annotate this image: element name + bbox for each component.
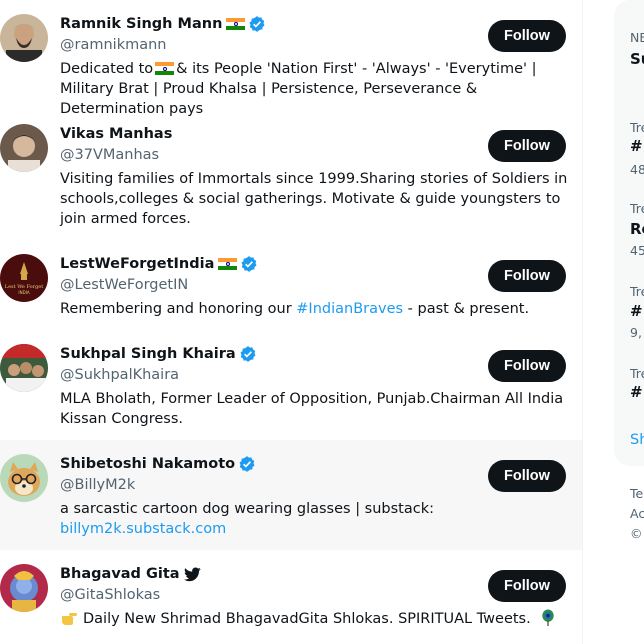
trend-title[interactable]: Su [630, 50, 644, 68]
display-name[interactable]: Shibetoshi Nakamoto [60, 456, 235, 472]
substack-link[interactable]: billym2k.substack.com [60, 521, 226, 537]
user-cell-ramnikmann[interactable]: Ramnik Singh Mann @ramnikmann Dedicated … [0, 0, 582, 117]
trends-header-label: NE [630, 30, 644, 45]
bio-text: Daily New Shrimad BhagavadGita Shlokas. … [83, 611, 531, 627]
follow-button[interactable]: Follow [488, 20, 566, 52]
follow-button[interactable]: Follow [488, 460, 566, 492]
india-flag-icon [226, 17, 246, 31]
india-flag-icon [218, 257, 238, 271]
avatar[interactable] [0, 344, 48, 392]
copyright-text: © [630, 526, 643, 541]
trend-count: 9, [630, 325, 642, 340]
avatar[interactable] [0, 564, 48, 612]
footer-link[interactable]: Ac [630, 506, 644, 521]
twitter-bird-icon [183, 566, 201, 582]
follow-button[interactable]: Follow [488, 350, 566, 382]
india-flag-icon [155, 62, 175, 75]
display-name[interactable]: Vikas Manhas [60, 126, 172, 142]
trend-category: Tre [630, 120, 644, 135]
follow-button[interactable]: Follow [488, 260, 566, 292]
avatar[interactable] [0, 124, 48, 172]
who-to-follow-list: Ramnik Singh Mann @ramnikmann Dedicated … [0, 0, 583, 644]
trend-count: 45 [630, 243, 644, 258]
display-name[interactable]: Bhagavad Gita [60, 566, 180, 582]
trend-category: Tre [630, 201, 644, 216]
footer-link[interactable]: Te [630, 486, 643, 501]
show-more-link[interactable]: Sh [630, 432, 644, 448]
follow-button[interactable]: Follow [488, 570, 566, 602]
right-sidebar: NE Su Tre #1 48 Tre Ro 45 Tre #I 9, Tre … [614, 0, 644, 644]
trend-count: 48 [630, 162, 644, 177]
user-bio: Remembering and honoring our #IndianBrav… [60, 299, 570, 319]
user-bio: Daily New Shrimad BhagavadGita Shlokas. … [60, 609, 570, 629]
trend-title[interactable]: #I [630, 302, 644, 320]
user-cell-sukhpalkhaira[interactable]: Sukhpal Singh Khaira @SukhpalKhaira MLA … [0, 330, 582, 440]
follow-button[interactable]: Follow [488, 130, 566, 162]
user-bio: MLA Bholath, Former Leader of Opposition… [60, 391, 564, 427]
bio-text: Remembering and honoring our [60, 301, 292, 317]
svg-text:INDIA: INDIA [18, 290, 29, 295]
verified-badge-icon [248, 15, 266, 33]
verified-badge-icon [240, 255, 258, 273]
user-cell-billym2k[interactable]: Shibetoshi Nakamoto @BillyM2k a sarcasti… [0, 440, 582, 550]
display-name[interactable]: LestWeForgetIndia [60, 256, 214, 272]
bio-text: a sarcastic cartoon dog wearing glasses … [60, 501, 435, 517]
user-bio: a sarcastic cartoon dog wearing glasses … [60, 499, 570, 539]
peacock-feather-icon [539, 609, 557, 626]
verified-badge-icon [239, 345, 257, 363]
bio-text: Dedicated to [60, 61, 154, 77]
trend-category: Tre [630, 366, 644, 381]
display-name[interactable]: Ramnik Singh Mann [60, 16, 222, 32]
hashtag-link[interactable]: #IndianBraves [296, 301, 403, 317]
avatar[interactable]: Lest We Forget INDIA [0, 254, 48, 302]
user-bio: Visiting families of Immortals since 199… [60, 171, 568, 227]
trend-title[interactable]: Ro [630, 220, 644, 238]
user-cell-37vmanhas[interactable]: Vikas Manhas @37VManhas Visiting familie… [0, 110, 582, 240]
trend-title[interactable]: #1 [630, 137, 644, 155]
display-name[interactable]: Sukhpal Singh Khaira [60, 346, 236, 362]
trend-category: Tre [630, 284, 644, 299]
user-cell-lestweforgetin[interactable]: Lest We Forget INDIA LestWeForgetIndia @L… [0, 240, 582, 330]
verified-badge-icon [238, 455, 256, 473]
trend-title[interactable]: #I [630, 383, 644, 401]
bio-text: - past & present. [407, 301, 530, 317]
avatar[interactable] [0, 14, 48, 62]
user-cell-gitashlokas[interactable]: Bhagavad Gita @GitaShlokas Daily New Shr… [0, 550, 582, 644]
avatar[interactable] [0, 454, 48, 502]
pointing-hand-icon [60, 610, 78, 626]
